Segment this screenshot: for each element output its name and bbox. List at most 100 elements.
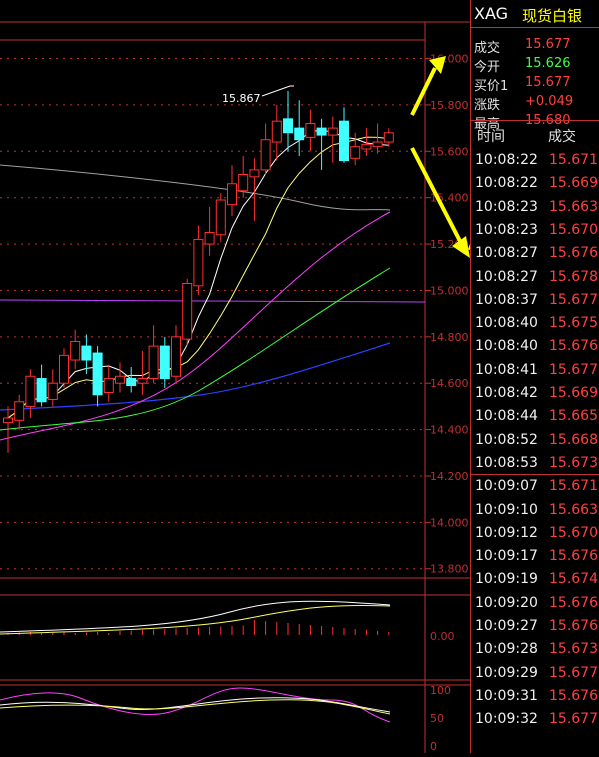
y-tick-label: 14.000 [430,516,469,529]
quote-value: +0.049 [525,94,574,109]
y-tick-label: 14.200 [430,470,469,483]
quote-label: 涨跌 [474,98,501,113]
candle-body [227,183,237,206]
trade-row[interactable]: 10:08:52 15.668 [471,430,599,453]
trade-time: 10:09:20 [475,594,538,611]
ma30-line [0,267,391,431]
trade-time: 10:08:44 [475,408,538,425]
candle-body [126,378,137,387]
trade-row[interactable]: 10:08:22 15.671 [471,150,599,173]
trade-row[interactable]: 10:09:19 15.674 [471,569,599,592]
trades-header: 时间 成交 [471,120,599,148]
candle-body [204,231,215,245]
kdj-tick-label: 50 [430,712,444,725]
trade-row[interactable]: 10:09:12 15.670 [471,523,599,546]
trade-time: 10:08:23 [475,198,538,215]
trade-row[interactable]: 10:08:27 15.678 [471,267,599,290]
trade-price: 15.663 [549,198,598,215]
ma-flat-line [0,299,426,303]
trade-row[interactable]: 10:09:07 15.671 [471,476,599,499]
candle-body [283,118,293,134]
kdj-tick-label: 0 [430,740,437,753]
trade-row[interactable]: 10:08:23 15.663 [471,197,599,220]
candle-body [238,174,249,192]
trade-price: 15.678 [549,268,598,285]
trade-row[interactable]: 10:09:29 15.677 [471,663,599,686]
trade-price: 15.663 [549,501,598,518]
candle-body [159,345,170,380]
candle-body [350,146,361,159]
trade-row[interactable]: 10:09:20 15.676 [471,593,599,616]
trade-row[interactable]: 10:09:32 15.677 [471,709,599,732]
trade-time: 10:08:23 [475,221,538,238]
trade-row[interactable]: 10:09:28 15.673 [471,639,599,662]
trade-time: 10:08:40 [475,315,538,332]
trade-row[interactable]: 10:09:31 15.676 [471,686,599,709]
trade-time: 10:09:10 [475,501,538,518]
trade-row[interactable]: 10:08:53 15.673 [471,453,599,476]
trade-row[interactable]: 10:08:22 15.669 [471,173,599,196]
high-marker-label: 15.867 [222,92,261,105]
kline-chart-area[interactable]: 16.000 15.800 15.600 15.400 15.200 15.000 14.8… [0,0,522,753]
trade-row[interactable]: 10:08:42 15.669 [471,383,599,406]
instrument-name: 现货白银 [522,7,583,25]
trade-time: 10:08:40 [475,338,538,355]
trade-time: 10:09:32 [475,711,538,728]
trade-row[interactable]: 10:08:23 15.670 [471,220,599,243]
trade-row[interactable]: 10:08:40 15.675 [471,313,599,336]
trade-row[interactable]: 10:08:41 15.677 [471,360,599,383]
trade-row[interactable]: 10:08:27 15.676 [471,243,599,266]
candle-body [305,122,316,138]
trade-price: 15.674 [549,571,598,588]
trade-time: 10:09:27 [475,618,538,634]
y-tick-label: 13.800 [430,563,469,576]
candle-body [215,199,226,236]
trade-time: 10:09:28 [475,641,538,658]
quote-label: 买价1 [474,79,509,94]
trade-time: 10:09:12 [475,524,538,541]
trade-time: 10:08:22 [475,175,538,192]
trade-row[interactable]: 10:08:44 15.665 [471,406,599,429]
candle-body [260,139,271,171]
y-tick-label: 14.400 [430,424,469,437]
trade-row[interactable]: 10:08:40 15.676 [471,336,599,359]
trade-time: 10:08:27 [475,268,538,285]
kline-chart[interactable]: 16.00015.80015.60015.40015.20015.00014.8… [0,0,522,753]
candle-body [59,354,69,384]
macd-dif-line [0,600,391,633]
trade-row[interactable]: 10:09:10 15.663 [471,500,599,523]
kdj-tick-label: 100 [430,684,451,697]
y-tick-label: 15.800 [430,99,469,112]
trade-price: 15.673 [549,641,598,658]
trade-price: 15.676 [549,687,598,704]
candle-body [14,401,25,421]
macd-tick-label: 0.00 [430,630,455,643]
quote-row: 涨跌 +0.049 [471,93,599,113]
y-tick-label: 14.800 [430,331,469,344]
trade-price: 15.668 [549,431,598,448]
quote-label: 今开 [474,60,501,75]
quote-panel: XAG 现货白银 成交 15.677 今开 15.626 买价1 15.677 涨跌 +0.0… [470,0,599,753]
candle-body [70,340,81,361]
trade-price: 15.677 [549,711,598,728]
trade-price: 15.676 [549,245,598,262]
trade-time: 10:09:29 [475,664,538,681]
trade-price: 15.669 [549,385,598,401]
quote-value: 15.677 [525,75,571,90]
y-tick-label: 14.600 [430,377,469,390]
candle-body [361,143,372,150]
trade-row[interactable]: 10:08:37 15.677 [471,290,599,313]
trades-divider [471,474,599,476]
instrument-header: XAG 现货白银 [471,0,599,28]
trade-row[interactable]: 10:09:27 15.676 [471,616,599,639]
candle-body [36,378,47,403]
trade-row[interactable]: 10:09:17 15.676 [471,546,599,569]
quote-row: 今开 15.626 [471,55,599,75]
candle-body [249,169,260,178]
candle-body [137,378,148,384]
trade-price: 15.675 [549,315,598,332]
candle-body [316,127,327,136]
trades-header-time: 时间 [477,129,505,145]
trade-price: 15.677 [549,291,598,308]
candle-body [92,352,103,396]
